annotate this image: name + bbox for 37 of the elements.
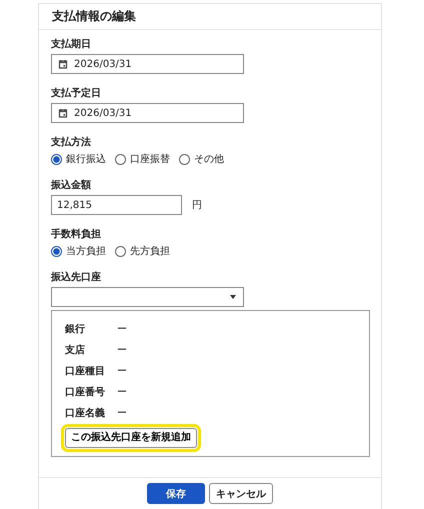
calendar-icon (58, 59, 68, 69)
radio-button[interactable] (51, 154, 62, 164)
detail-label: 支店 (65, 344, 86, 357)
field-label: 手数料負担 (51, 228, 102, 241)
dropdown-field[interactable] (51, 287, 244, 307)
option-label: 口座振替 (130, 152, 170, 166)
field-label: 支払期日 (51, 38, 92, 51)
cancel-button[interactable]: キャンセル (209, 483, 273, 504)
detail-label: 口座名義 (65, 407, 106, 420)
detail-label: 口座番号 (65, 386, 106, 399)
save-button[interactable]: 保存 (147, 483, 205, 504)
detail-value: ー (117, 344, 127, 357)
calendar-icon (58, 108, 68, 118)
option-label: 当方負担 (66, 244, 106, 258)
detail-value: ー (117, 365, 127, 378)
amount-field[interactable]: 12,815 (51, 195, 182, 215)
date-field[interactable]: 2026/03/31 (51, 54, 244, 74)
field-label: 支払方法 (51, 136, 92, 149)
field-label: 支払予定日 (51, 87, 102, 100)
field-label: 振込金額 (51, 179, 92, 192)
option-label: 先方負担 (130, 244, 170, 258)
detail-value: ー (117, 323, 127, 336)
radio-button[interactable] (115, 154, 126, 164)
detail-label: 銀行 (65, 323, 86, 336)
option-label: その他 (194, 152, 224, 166)
option-label: 銀行振込 (66, 152, 106, 166)
unit-label: 円 (192, 198, 202, 212)
dialog-title: 支払情報の編集 (52, 10, 136, 23)
radio-button[interactable] (115, 246, 126, 256)
date-field[interactable]: 2026/03/31 (51, 103, 244, 123)
radio-button[interactable] (51, 246, 62, 256)
caret-icon (230, 295, 236, 299)
detail-label: 口座種目 (65, 365, 106, 378)
detail-value: ー (117, 386, 127, 399)
detail-value: ー (117, 407, 127, 420)
field-label: 振込先口座 (51, 271, 102, 284)
radio-button[interactable] (179, 154, 190, 164)
